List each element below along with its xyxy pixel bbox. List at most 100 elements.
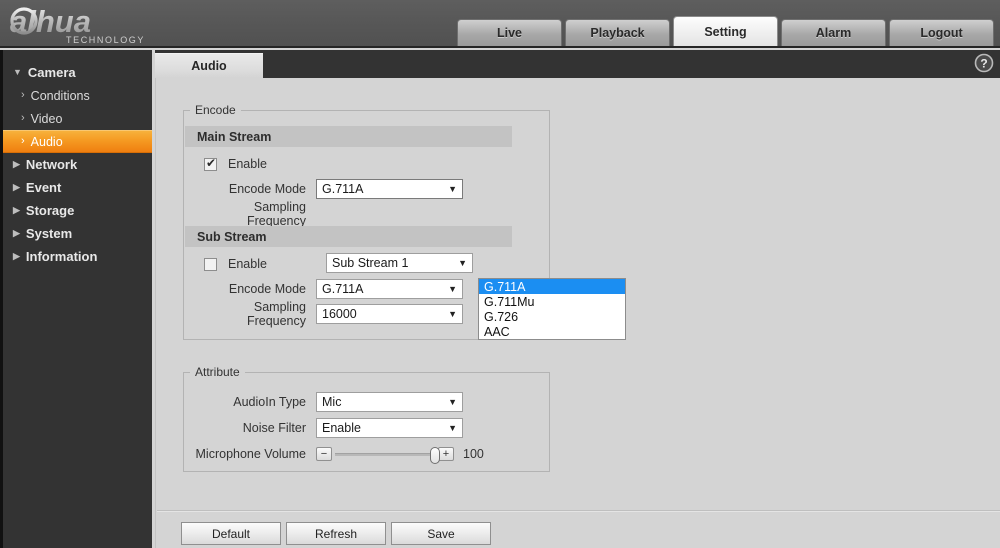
main-stream-encode-mode-select[interactable]: G.711A ▼ — [316, 179, 463, 199]
audioin-type-label: AudioIn Type — [233, 395, 306, 409]
sub-stream-encode-mode-value: G.711A — [322, 282, 364, 296]
audioin-type-row: AudioIn Type Mic ▼ — [194, 392, 463, 412]
volume-slider-thumb[interactable] — [430, 446, 440, 464]
sub-stream-encode-mode-select[interactable]: G.711A ▼ — [316, 279, 463, 299]
chevron-right-icon: › — [21, 135, 25, 147]
sub-stream-sampling-frequency-label: Sampling Frequency — [246, 300, 306, 328]
nav-tab-setting[interactable]: Setting — [673, 16, 778, 46]
sub-stream-header: Sub Stream — [185, 226, 512, 247]
main-nav: Live Playback Setting Alarm Logout — [457, 16, 994, 46]
dropdown-option[interactable]: G.711A — [479, 279, 625, 294]
sidebar-item-label: Event — [25, 180, 62, 195]
nav-tab-alarm[interactable]: Alarm — [781, 19, 886, 46]
sidebar-item-label: Audio — [30, 134, 63, 149]
svg-text:TECHNOLOGY: TECHNOLOGY — [66, 35, 145, 45]
chevron-down-icon: ▼ — [448, 397, 457, 407]
tab-audio[interactable]: Audio — [155, 53, 263, 78]
sidebar-item-camera[interactable]: ▼ Camera — [3, 61, 152, 84]
triangle-right-icon: ▶ — [13, 228, 20, 238]
dropdown-option[interactable]: G.711Mu — [479, 294, 625, 309]
main-stream-enable-row: Enable — [204, 154, 267, 174]
panel-body: Encode Main Stream Enable Encode Mode G.… — [155, 78, 1000, 548]
app-header: alhua TECHNOLOGY Live Playback Setting A… — [0, 0, 1000, 48]
microphone-volume-label: Microphone Volume — [195, 447, 306, 461]
microphone-volume-row: Microphone Volume − + 100 — [194, 444, 484, 464]
encode-mode-dropdown-list[interactable]: G.711A G.711Mu G.726 AAC — [478, 278, 626, 340]
main-stream-sampling-frequency-row: Sampling Frequency — [194, 200, 316, 228]
nav-tab-logout[interactable]: Logout — [889, 19, 994, 46]
sub-stream-sampling-frequency-row: Sampling Frequency 16000 ▼ — [194, 300, 463, 328]
sidebar-item-network[interactable]: ▶ Network — [3, 153, 152, 176]
main-stream-encode-mode-value: G.711A — [322, 182, 364, 196]
sub-stream-select[interactable]: Sub Stream 1 ▼ — [326, 253, 473, 273]
main-stream-encode-mode-row: Encode Mode G.711A ▼ — [194, 179, 463, 199]
chevron-right-icon: › — [21, 89, 25, 101]
audioin-type-select[interactable]: Mic ▼ — [316, 392, 463, 412]
main-stream-sampling-frequency-label: Sampling Frequency — [246, 200, 306, 228]
encode-legend: Encode — [195, 103, 236, 117]
sub-stream-select-row: Sub Stream 1 ▼ — [326, 253, 473, 273]
triangle-right-icon: ▶ — [13, 182, 20, 192]
sidebar-item-video[interactable]: › Video — [3, 107, 152, 130]
volume-decrease-button[interactable]: − — [316, 447, 332, 461]
footer-divider — [157, 510, 1000, 512]
chevron-down-icon: ▼ — [448, 309, 457, 319]
triangle-right-icon: ▶ — [13, 159, 20, 169]
sidebar-item-storage[interactable]: ▶ Storage — [3, 199, 152, 222]
default-button[interactable]: Default — [181, 522, 281, 545]
noise-filter-label: Noise Filter — [242, 421, 306, 435]
noise-filter-select[interactable]: Enable ▼ — [316, 418, 463, 438]
dahua-logo: alhua TECHNOLOGY — [8, 2, 188, 46]
chevron-down-icon: ▼ — [448, 423, 457, 433]
sidebar-item-label: System — [25, 226, 73, 241]
refresh-button[interactable]: Refresh — [286, 522, 386, 545]
chevron-down-icon: ▼ — [448, 184, 457, 194]
attribute-legend: Attribute — [195, 365, 240, 379]
main-stream-enable-checkbox[interactable] — [204, 156, 217, 171]
dahua-web-ui: alhua TECHNOLOGY Live Playback Setting A… — [0, 0, 1000, 548]
sub-stream-sampling-frequency-select[interactable]: 16000 ▼ — [316, 304, 463, 324]
sub-stream-select-value: Sub Stream 1 — [332, 256, 409, 270]
svg-text:?: ? — [980, 57, 987, 71]
microphone-volume-slider: − + 100 — [316, 446, 484, 464]
main-panel: Audio ? Encode Main Stream Enable — [155, 50, 1000, 548]
nav-tab-live[interactable]: Live — [457, 19, 562, 46]
sidebar-item-label: Information — [25, 249, 98, 264]
main-stream-enable-label: Enable — [228, 157, 267, 171]
sub-stream-encode-mode-row: Encode Mode G.711A ▼ — [194, 279, 463, 299]
sub-stream-encode-mode-label: Encode Mode — [228, 282, 306, 296]
triangle-right-icon: ▶ — [13, 251, 20, 261]
noise-filter-row: Noise Filter Enable ▼ — [194, 418, 463, 438]
microphone-volume-value: 100 — [463, 447, 484, 461]
sidebar-item-conditions[interactable]: › Conditions — [3, 84, 152, 107]
triangle-down-icon: ▼ — [13, 67, 22, 77]
sidebar-item-label: Camera — [27, 65, 76, 80]
sidebar-item-audio[interactable]: › Audio — [3, 130, 152, 153]
attribute-section: Attribute AudioIn Type Mic ▼ Noise Filte… — [183, 365, 550, 472]
sidebar-item-information[interactable]: ▶ Information — [3, 245, 152, 268]
volume-increase-button[interactable]: + — [438, 447, 454, 461]
sidebar: ▼ Camera › Conditions › Video › Audio ▶ … — [0, 50, 152, 548]
volume-slider-track[interactable] — [335, 446, 440, 464]
save-button[interactable]: Save — [391, 522, 491, 545]
chevron-right-icon: › — [21, 112, 25, 124]
dropdown-option[interactable]: G.726 — [479, 309, 625, 324]
triangle-right-icon: ▶ — [13, 205, 20, 215]
main-stream-header: Main Stream — [185, 126, 512, 147]
panel-tabstrip: Audio ? — [155, 50, 1000, 78]
sidebar-item-label: Network — [25, 157, 78, 172]
sub-stream-enable-row: Enable — [204, 254, 267, 274]
sidebar-item-system[interactable]: ▶ System — [3, 222, 152, 245]
dropdown-option[interactable]: AAC — [479, 324, 625, 339]
sidebar-item-label: Conditions — [30, 88, 90, 103]
sidebar-item-label: Storage — [25, 203, 75, 218]
chevron-down-icon: ▼ — [458, 258, 467, 268]
main-stream-encode-mode-label: Encode Mode — [228, 182, 306, 196]
sub-stream-sampling-frequency-value: 16000 — [322, 307, 357, 321]
audioin-type-value: Mic — [322, 395, 342, 409]
sub-stream-enable-label: Enable — [228, 257, 267, 271]
sub-stream-enable-checkbox[interactable] — [204, 257, 217, 271]
question-mark-circle-icon[interactable]: ? — [974, 53, 994, 73]
sidebar-item-event[interactable]: ▶ Event — [3, 176, 152, 199]
nav-tab-playback[interactable]: Playback — [565, 19, 670, 46]
